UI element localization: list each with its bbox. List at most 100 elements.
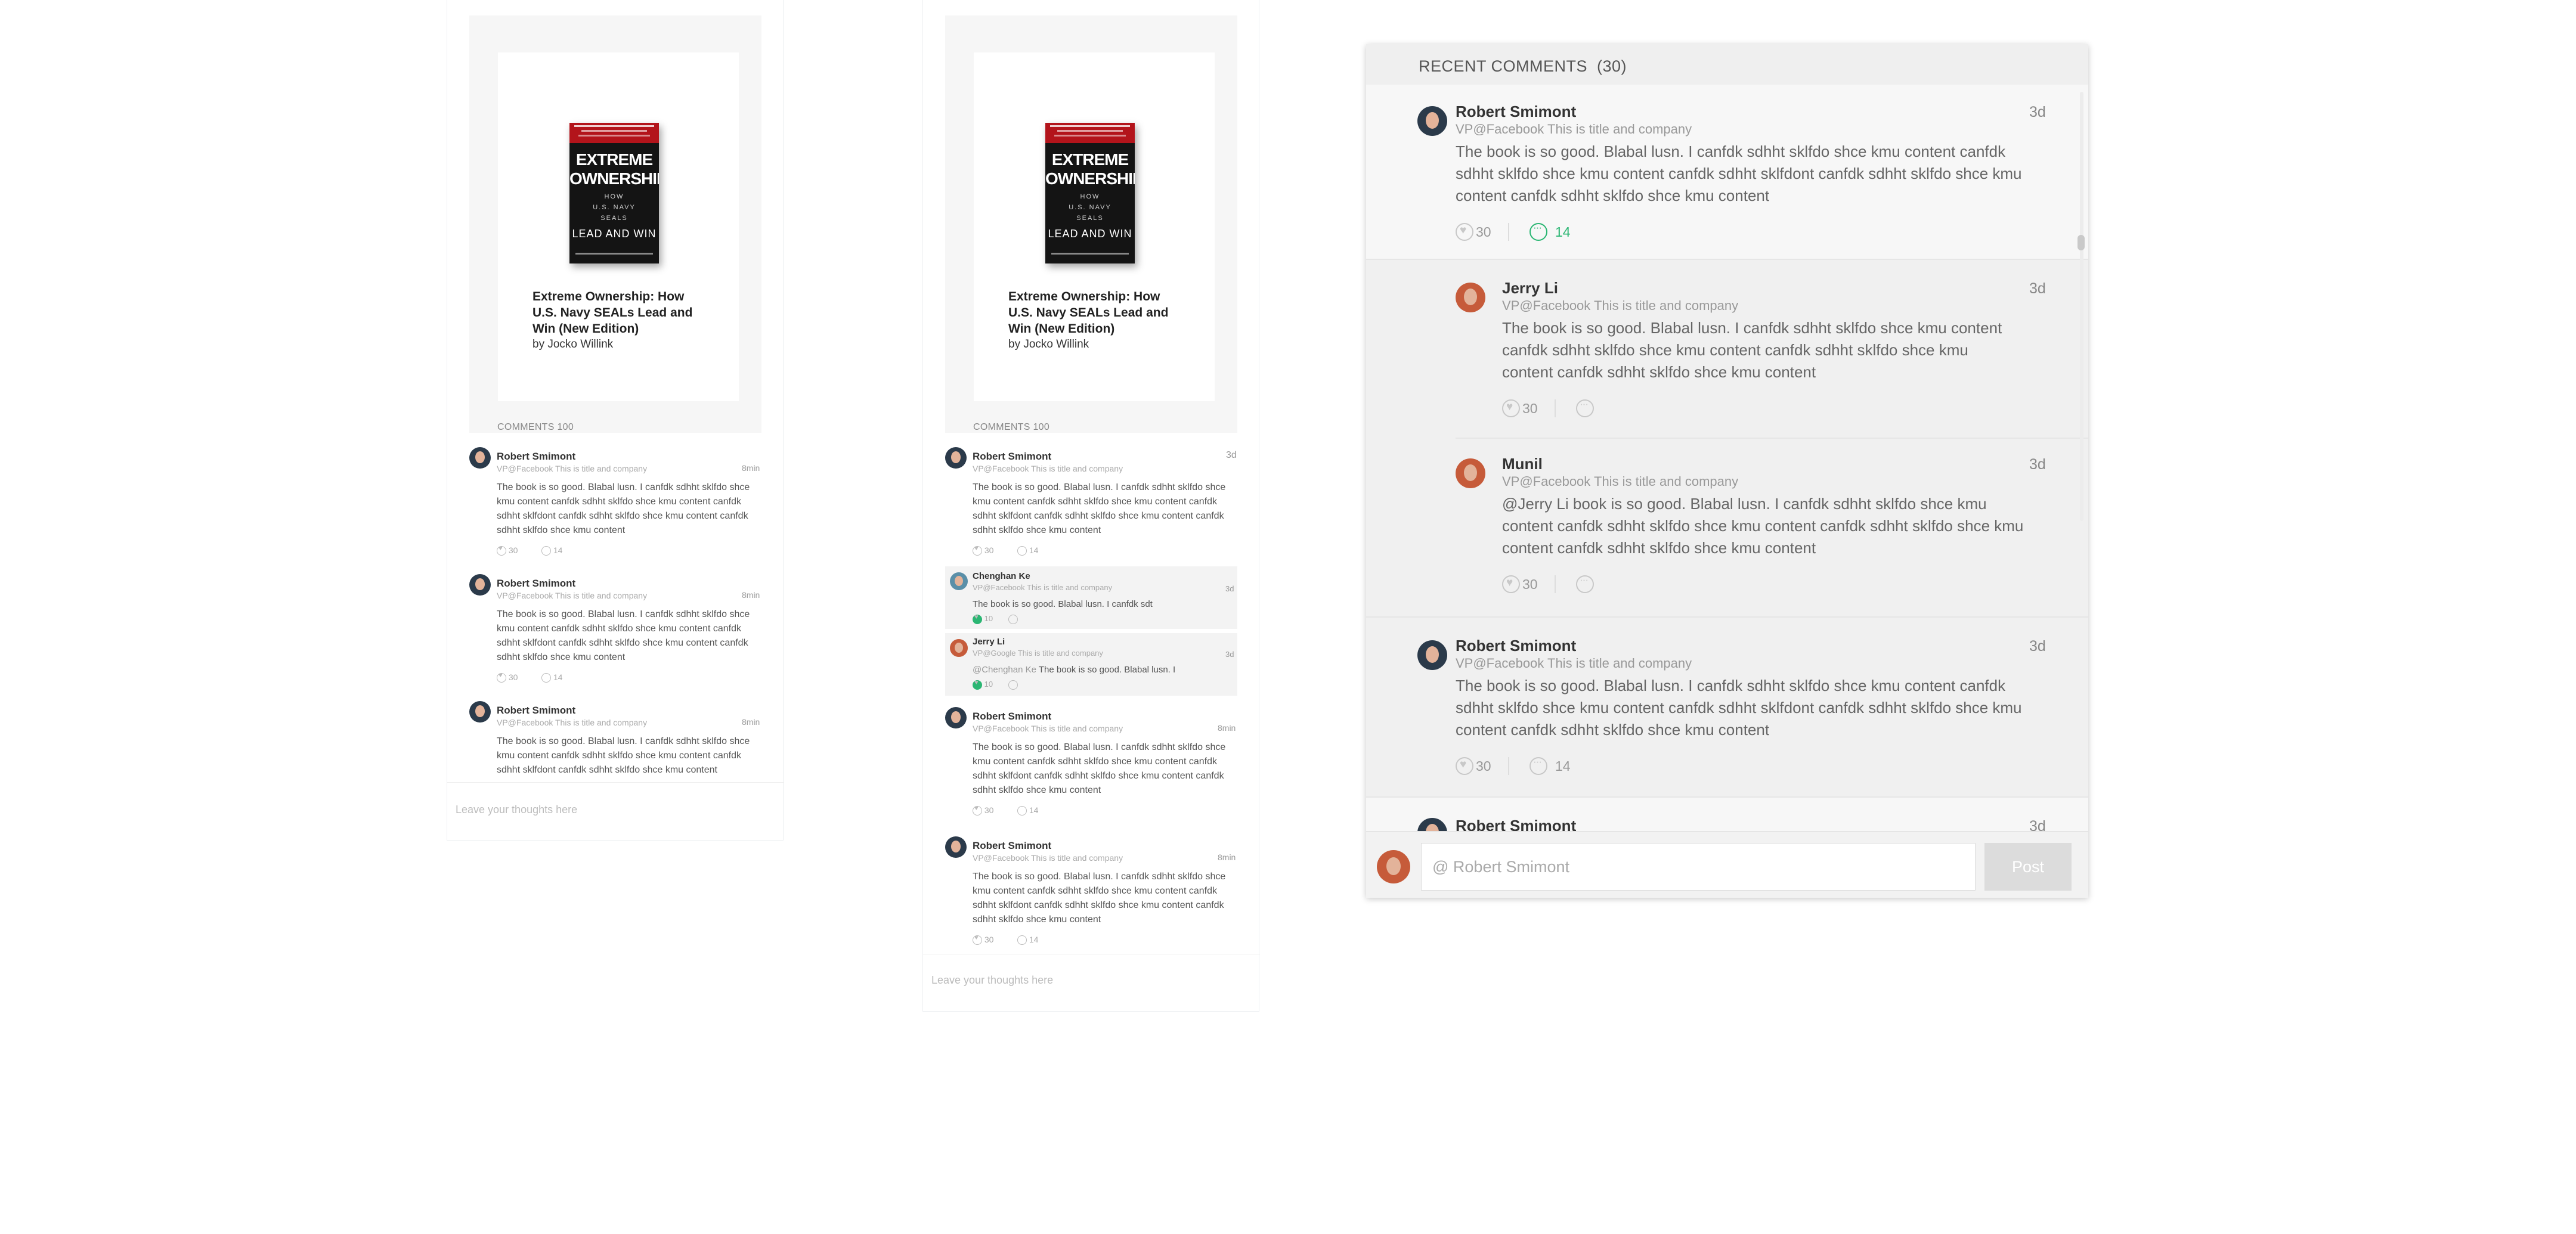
book-card[interactable]: EXTREME OWNERSHIP HOW U.S. NAVY SEALS LE… (498, 52, 739, 401)
reply-action[interactable]: 14 (1017, 545, 1038, 556)
avatar[interactable] (469, 701, 491, 723)
comment-subtitle: VP@Facebook This is title and company (497, 591, 648, 600)
reply-action[interactable]: 14 (1017, 935, 1038, 945)
heart-icon (973, 934, 982, 945)
cover-line-1: EXTREME (1051, 150, 1129, 169)
comment-bubble-icon (541, 546, 551, 556)
avatar[interactable] (945, 836, 967, 858)
book-card[interactable]: EXTREME OWNERSHIP HOW U.S. NAVY SEALS LE… (974, 52, 1215, 401)
mention[interactable]: @Chenghan Ke (973, 665, 1036, 675)
avatar[interactable] (1456, 283, 1485, 312)
heart-icon (973, 613, 982, 624)
reply-action[interactable]: 14 (541, 672, 562, 683)
avatar[interactable] (1417, 640, 1447, 670)
avatar[interactable] (469, 574, 491, 596)
avatar[interactable] (945, 707, 967, 728)
book-title[interactable]: Extreme Ownership: How U.S. Navy SEALs L… (532, 289, 711, 337)
reply-time: 3d (2029, 280, 2046, 297)
comment-author[interactable]: Robert Smimont (1456, 103, 1576, 121)
comment-bubble-icon (1008, 680, 1018, 690)
comment-author[interactable]: Robert Smimont (497, 451, 575, 463)
heart-icon[interactable] (1502, 575, 1520, 593)
reply-author[interactable]: Chenghan Ke (973, 571, 1030, 581)
reply-author[interactable]: Jerry Li (973, 637, 1005, 647)
comment-bubble-icon[interactable] (1530, 756, 1547, 775)
reply-action[interactable] (1008, 614, 1018, 625)
avatar[interactable] (469, 447, 491, 469)
like-action[interactable]: 30 (497, 545, 518, 556)
cover-line-2: OWNERSHIP (569, 169, 659, 188)
like-action[interactable]: 30 (497, 672, 518, 683)
avatar[interactable] (1456, 458, 1485, 488)
comment-time: 8min (742, 463, 760, 473)
like-action[interactable]: 30 (973, 545, 993, 556)
comments-count: COMMENTS 100 (973, 422, 1050, 432)
heart-icon[interactable] (1502, 399, 1520, 417)
cover-seals: SEALS (1076, 215, 1104, 222)
like-count: 30 (1476, 224, 1491, 240)
divider (1508, 757, 1509, 775)
comment-author[interactable]: Robert Smimont (973, 840, 1051, 852)
avatar[interactable] (950, 572, 968, 590)
comment-body: The book is so good. Blabal lusn. I canf… (1456, 677, 2022, 739)
comment-bubble-icon[interactable] (1530, 222, 1547, 241)
reply-count: 14 (1029, 545, 1039, 555)
like-action[interactable]: 30 (973, 805, 993, 816)
heart-icon (973, 545, 982, 556)
comment-input[interactable]: @ Robert Smimont (1421, 843, 1976, 891)
reply-count: 14 (1555, 224, 1571, 240)
comment-bubble-icon[interactable] (1576, 574, 1594, 593)
like-action[interactable]: 10 (973, 679, 993, 690)
avatar[interactable] (945, 447, 967, 469)
divider (1456, 438, 2088, 439)
comment-author[interactable]: Robert Smimont (973, 711, 1051, 723)
like-count: 30 (1522, 576, 1538, 592)
comment-subtitle: VP@Facebook This is title and company (497, 718, 648, 727)
divider (1366, 796, 2088, 798)
reply-author[interactable]: Munil (1502, 455, 1543, 473)
comment-time: 8min (1218, 723, 1236, 733)
divider (447, 782, 784, 783)
reply-item: Jerry Li VP@Google This is title and com… (945, 633, 1237, 696)
comment-time: 3d (2029, 104, 2046, 120)
comment-count: (30) (1597, 57, 1627, 75)
cover-line-2: OWNERSHIP (1045, 169, 1135, 188)
comment-author[interactable]: Robert Smimont (497, 578, 575, 590)
comment-subtitle: VP@Facebook This is title and company (973, 724, 1123, 733)
heart-icon[interactable] (1456, 757, 1473, 775)
like-action[interactable]: 30 (973, 934, 993, 945)
comment-author[interactable]: Robert Smimont (973, 451, 1051, 463)
book-title[interactable]: Extreme Ownership: How U.S. Navy SEALs L… (1008, 289, 1187, 337)
reply-subtitle: VP@Facebook This is title and company (1502, 474, 1739, 489)
heart-icon[interactable] (1456, 223, 1473, 241)
reply-action[interactable]: 14 (1017, 805, 1038, 816)
scrollbar-thumb[interactable] (2077, 235, 2085, 250)
recent-comments-panel: RECENT COMMENTS (30) Robert Smimont VP@F… (1366, 44, 2088, 898)
cover-line-1: EXTREME (575, 150, 653, 169)
heart-icon (973, 679, 982, 690)
reply-time: 3d (1225, 650, 1234, 659)
heart-icon (973, 805, 982, 816)
like-action[interactable]: 10 (973, 613, 993, 624)
scrollbar[interactable] (2080, 92, 2083, 521)
reply-count: 14 (553, 672, 563, 682)
reply-action[interactable]: 14 (541, 545, 562, 556)
reply-author[interactable]: Jerry Li (1502, 279, 1558, 297)
like-count: 30 (1476, 758, 1491, 774)
cover-how: HOW (604, 193, 624, 200)
post-button[interactable]: Post (1984, 843, 2072, 891)
reply-count: 14 (1555, 758, 1571, 774)
cover-lead: LEAD AND WIN (572, 228, 657, 240)
book-comments-panel-2: EXTREME OWNERSHIP HOW U.S. NAVY SEALS LE… (922, 0, 1260, 1012)
comment-bubble-icon (541, 673, 551, 683)
comment-time: 8min (1218, 852, 1236, 862)
comment-input[interactable]: Leave your thoughts here (931, 974, 1053, 987)
comment-input[interactable]: Leave your thoughts here (456, 804, 577, 816)
avatar[interactable] (1377, 850, 1410, 883)
avatar[interactable] (1417, 106, 1447, 136)
comment-author[interactable]: Robert Smimont (1456, 637, 1576, 655)
reply-action[interactable] (1008, 680, 1018, 690)
avatar[interactable] (950, 639, 968, 657)
comment-author[interactable]: Robert Smimont (497, 705, 575, 717)
comment-bubble-icon[interactable] (1576, 398, 1594, 417)
